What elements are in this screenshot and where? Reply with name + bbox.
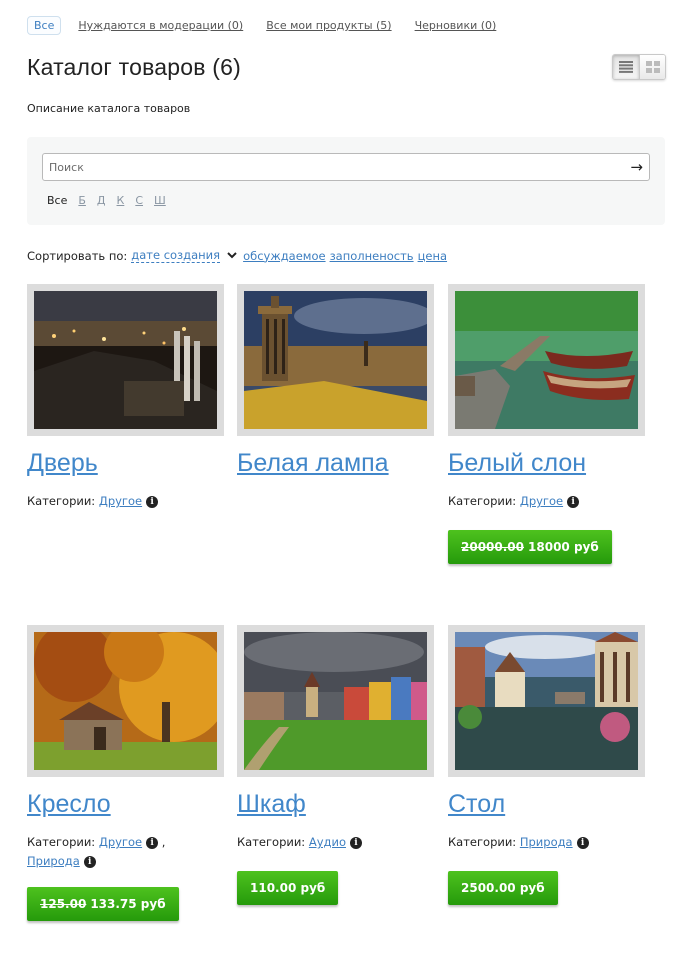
category-link[interactable]: Природа xyxy=(27,854,80,868)
price-button[interactable]: 110.00 руб xyxy=(237,871,339,905)
boats-lake-photo xyxy=(455,291,638,429)
current-price: 110.00 руб xyxy=(250,881,326,895)
info-icon[interactable]: i xyxy=(146,837,159,849)
product-categories: Категории: Другое i xyxy=(27,492,227,511)
letter-all[interactable]: Все xyxy=(47,194,67,207)
product-categories: Категории: Другое i , Природа i xyxy=(27,835,166,868)
info-icon[interactable]: i xyxy=(576,837,589,849)
product-card: Кресло Категории: Другое i , Природа i 125… xyxy=(27,625,227,921)
product-title[interactable]: Белый слон xyxy=(448,448,648,478)
grid-view-icon xyxy=(645,61,660,73)
product-card: Белый слон Категории: Другое i 20000.00 18… xyxy=(448,284,648,564)
letter-link[interactable]: Д xyxy=(97,194,106,207)
product-title[interactable]: Дверь xyxy=(27,448,227,478)
search-input[interactable] xyxy=(43,154,613,180)
sort-by-date[interactable]: дате создания xyxy=(131,248,221,263)
filter-tabs: Все Нуждаются в модерации (0) Все мои пр… xyxy=(27,16,519,35)
current-price: 18000 руб xyxy=(528,540,599,554)
categories-label: Категории: xyxy=(448,494,517,508)
product-image-frame[interactable] xyxy=(237,284,434,436)
product-title[interactable]: Белая лампа xyxy=(237,448,437,478)
price-button[interactable]: 2500.00 руб xyxy=(448,871,558,905)
category-link[interactable]: Другое xyxy=(99,494,142,508)
product-title[interactable]: Стол xyxy=(448,789,648,819)
category-link[interactable]: Другое xyxy=(520,494,563,508)
product-categories: Категории: Природа i xyxy=(448,833,648,852)
chevron-down-icon[interactable] xyxy=(227,252,237,259)
sort-label: Сортировать по: xyxy=(27,248,128,263)
product-title[interactable]: Шкаф xyxy=(237,789,437,819)
price-button[interactable]: 125.00 133.75 руб xyxy=(27,887,179,921)
grid-view-button[interactable] xyxy=(639,55,665,79)
info-icon[interactable]: i xyxy=(83,856,96,868)
autumn-hut-photo xyxy=(34,632,217,770)
old-price: 20000.00 xyxy=(461,540,525,554)
page-title: Каталог товаров (6) xyxy=(27,54,241,80)
letter-filter: Все Б Д К С Ш xyxy=(47,194,177,207)
tab-all[interactable]: Все xyxy=(27,16,62,35)
category-link[interactable]: Аудио xyxy=(309,835,346,849)
info-icon[interactable]: i xyxy=(349,837,362,849)
city-night-photo xyxy=(34,291,217,429)
product-categories: Категории: Аудио i xyxy=(237,833,437,852)
info-icon[interactable]: i xyxy=(567,496,580,508)
category-link[interactable]: Другое xyxy=(99,835,142,849)
old-price: 125.00 xyxy=(40,897,87,911)
letter-link[interactable]: Ш xyxy=(154,194,166,207)
product-image-frame[interactable] xyxy=(448,284,645,436)
sort-by-discussed[interactable]: обсуждаемое xyxy=(243,249,325,263)
list-view-button[interactable] xyxy=(613,55,639,79)
product-categories: Категории: Другое i xyxy=(448,492,648,511)
product-image-frame[interactable] xyxy=(27,625,224,777)
letter-link[interactable]: Б xyxy=(78,194,86,207)
categories-label: Категории: xyxy=(27,494,96,508)
sort-by-price[interactable]: цена xyxy=(418,249,447,263)
tab-drafts[interactable]: Черновики (0) xyxy=(415,19,497,32)
product-card: Шкаф Категории: Аудио i 110.00 руб xyxy=(237,625,437,905)
product-card: Стол Категории: Природа i 2500.00 руб xyxy=(448,625,648,905)
info-icon[interactable]: i xyxy=(146,496,159,508)
view-toggle xyxy=(612,54,666,80)
list-view-icon xyxy=(619,61,633,73)
current-price: 2500.00 руб xyxy=(461,881,545,895)
current-price: 133.75 руб xyxy=(90,897,166,911)
product-image-frame[interactable] xyxy=(448,625,645,777)
price-button[interactable]: 20000.00 18000 руб xyxy=(448,530,612,564)
categories-label: Категории: xyxy=(448,835,517,849)
colorful-village-photo xyxy=(244,632,427,770)
product-card: Дверь Категории: Другое i xyxy=(27,284,227,511)
search-arrow-icon[interactable]: → xyxy=(630,158,643,176)
categories-label: Категории: xyxy=(27,835,96,849)
sort-by-completeness[interactable]: заполненость xyxy=(330,249,414,263)
letter-link[interactable]: С xyxy=(135,194,143,207)
category-link[interactable]: Природа xyxy=(520,835,573,849)
sort-bar: Сортировать по: дате создания обсуждаемо… xyxy=(27,248,451,263)
search-field: → xyxy=(42,153,650,181)
product-title[interactable]: Кресло xyxy=(27,789,227,819)
letter-link[interactable]: К xyxy=(117,194,125,207)
categories-label: Категории: xyxy=(237,835,306,849)
search-panel: → Все Б Д К С Ш xyxy=(27,137,665,225)
tab-my-products[interactable]: Все мои продукты (5) xyxy=(266,19,391,32)
canal-houses-photo xyxy=(455,632,638,770)
product-card: Белая лампа xyxy=(237,284,437,478)
catalog-description: Описание каталога товаров xyxy=(27,102,191,115)
monument-city-view-photo xyxy=(244,291,427,429)
tab-moderation[interactable]: Нуждаются в модерации (0) xyxy=(78,19,243,32)
product-image-frame[interactable] xyxy=(237,625,434,777)
product-image-frame[interactable] xyxy=(27,284,224,436)
